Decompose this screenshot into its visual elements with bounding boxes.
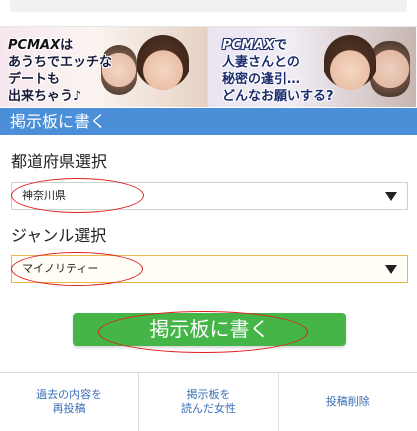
- banner-brand: PCMAX: [222, 38, 275, 53]
- dropdown-arrow-icon: [385, 265, 397, 274]
- prefecture-selected-value: 神奈川県: [22, 189, 66, 202]
- banner-text: PCMAXは あうちでエッチな デートも 出来ちゃう♪: [8, 37, 112, 105]
- bottom-nav: 過去の内容を 再投稿 掲示板を 読んだ女性 投稿削除: [0, 372, 417, 431]
- banner-line: どんなお願いする?: [222, 89, 334, 104]
- top-bar: [0, 0, 417, 27]
- banner-line: デートも: [8, 72, 61, 87]
- banner-photo-secondary: [370, 41, 410, 97]
- nav-delete-post[interactable]: 投稿削除: [279, 373, 417, 431]
- nav-item-label: 過去の内容を 再投稿: [36, 388, 103, 415]
- prefecture-label: 都道府県選択: [11, 152, 108, 171]
- nav-repost-past[interactable]: 過去の内容を 再投稿: [0, 373, 140, 431]
- banner-line: 秘密の逢引…: [222, 72, 301, 87]
- dropdown-arrow-icon: [385, 192, 397, 201]
- section-header: 掲示板に書く: [0, 108, 417, 135]
- post-to-board-button[interactable]: 掲示板に書く: [73, 313, 346, 346]
- nav-item-label: 投稿削除: [325, 395, 370, 408]
- top-bar-strip: [10, 0, 407, 12]
- banner-photo: [137, 35, 189, 99]
- banner-ad-1[interactable]: PCMAXは あうちでエッチな デートも 出来ちゃう♪: [0, 27, 208, 107]
- banner-line: 人妻さんとの: [222, 55, 300, 70]
- banner-line: あうちでエッチな: [8, 55, 113, 70]
- banner-brand: PCMAX: [8, 38, 61, 53]
- prefecture-select[interactable]: 神奈川県: [11, 182, 408, 210]
- genre-selected-value: マイノリティー: [22, 262, 99, 275]
- banner-text: PCMAXで 人妻さんとの 秘密の逢引… どんなお願いする?: [222, 37, 334, 105]
- banner-line: 出来ちゃう♪: [8, 89, 82, 104]
- banner-row: PCMAXは あうちでエッチな デートも 出来ちゃう♪ PCMAXで 人妻さんと…: [0, 27, 417, 107]
- banner-line: は: [60, 38, 74, 53]
- nav-item-label: 掲示板を 読んだ女性: [180, 388, 236, 415]
- genre-label: ジャンル選択: [11, 226, 107, 245]
- nav-women-who-read[interactable]: 掲示板を 読んだ女性: [139, 373, 279, 431]
- banner-line: で: [274, 38, 288, 53]
- banner-ad-2[interactable]: PCMAXで 人妻さんとの 秘密の逢引… どんなお願いする?: [208, 27, 416, 107]
- genre-select[interactable]: マイノリティー: [11, 255, 408, 283]
